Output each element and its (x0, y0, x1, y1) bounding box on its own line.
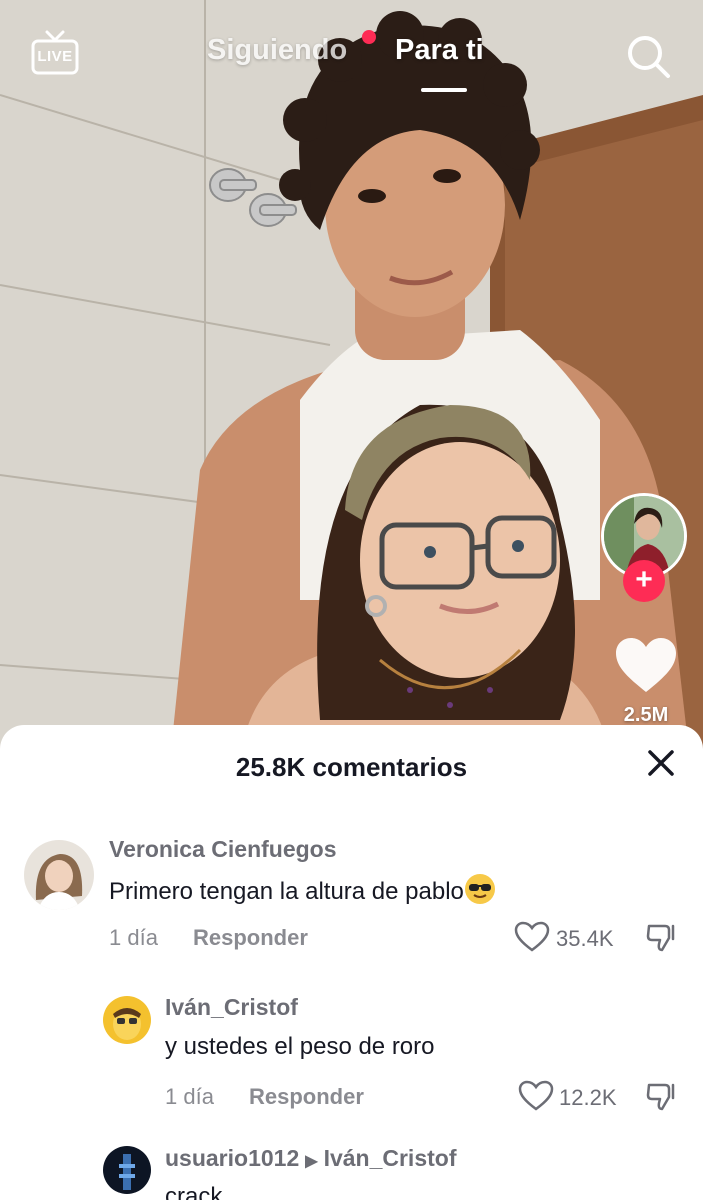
video-frame-illustration (0, 0, 703, 760)
heart-icon (518, 1080, 554, 1111)
new-content-badge (362, 30, 376, 44)
avatar[interactable] (103, 1146, 151, 1194)
active-tab-indicator (421, 88, 467, 92)
dislike-icon (646, 924, 675, 952)
dislike-icon (646, 1083, 675, 1111)
like-count: 2.5M (623, 704, 669, 726)
reply-button[interactable]: Responder (249, 1084, 364, 1110)
follow-button[interactable]: + (623, 560, 665, 602)
like-button[interactable] (614, 636, 678, 696)
feed-tabs: Siguiendo Para ti (0, 34, 703, 94)
comment-text: y ustedes el peso de roro (165, 1033, 435, 1060)
tab-following[interactable]: Siguiendo (207, 34, 347, 67)
comment-timestamp: 1 día (165, 1084, 214, 1109)
comment-username-link[interactable]: usuario1012 (165, 1145, 299, 1171)
reply-button[interactable]: Responder (193, 925, 308, 951)
search-icon (628, 36, 670, 78)
reply-to-username[interactable]: Iván_Cristof (324, 1145, 457, 1171)
comment-username[interactable]: Iván_Cristof (165, 994, 298, 1021)
comment-like-button[interactable] (514, 921, 550, 953)
comment-like-button[interactable] (518, 1080, 554, 1112)
comment-username: usuario1012 ▶ Iván_Cristof (165, 1145, 457, 1172)
avatar[interactable] (103, 996, 151, 1044)
comment-like-count: 12.2K (559, 1085, 617, 1110)
close-button[interactable] (645, 747, 677, 779)
heart-icon (616, 638, 676, 692)
search-button[interactable] (624, 32, 672, 80)
comment-like-count: 35.4K (556, 926, 614, 951)
heart-icon (514, 921, 550, 952)
comment-timestamp: 1 día (109, 925, 158, 950)
comment-text: crack (165, 1183, 223, 1200)
comment-text: Primero tengan la altura de pablo (109, 874, 495, 906)
comments-title: 25.8K comentarios (235, 752, 468, 782)
comment-dislike-button[interactable] (645, 1079, 679, 1113)
tab-for-you[interactable]: Para ti (395, 34, 484, 67)
close-icon (648, 750, 674, 776)
comment-text-content: Primero tengan la altura de pablo (109, 878, 464, 905)
comments-sheet: 25.8K comentarios Veronica Cienfuegos Pr… (0, 725, 703, 1200)
video-player[interactable] (0, 0, 703, 760)
avatar-image (103, 1146, 151, 1194)
avatar[interactable] (24, 840, 94, 910)
comment-dislike-button[interactable] (645, 920, 679, 954)
sunglasses-emoji-icon (464, 874, 495, 904)
avatar-image (103, 996, 151, 1044)
avatar-image (24, 840, 94, 910)
play-arrow-icon: ▶ (305, 1153, 318, 1170)
comment-username[interactable]: Veronica Cienfuegos (109, 836, 337, 863)
top-navigation-bar: LIVE Siguiendo Para ti (0, 0, 703, 110)
